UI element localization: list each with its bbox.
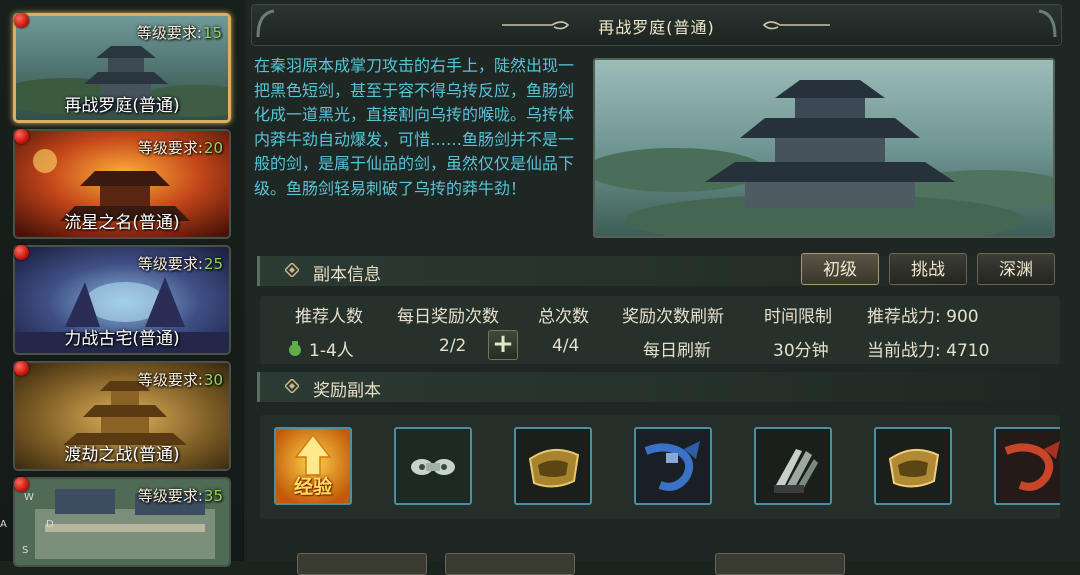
level-requirement: 等级要求:30 [137, 371, 223, 389]
bottom-button-1[interactable] [297, 553, 427, 575]
dungeon-card-2[interactable]: 等级要求:20 流星之名(普通) [13, 129, 231, 239]
claw-weapon-icon [756, 429, 830, 503]
dungeon-card-4[interactable]: 等级要求:30 渡劫之战(普通) [13, 361, 231, 471]
reward-slot-3[interactable] [514, 427, 592, 505]
key-hint-a: A [0, 519, 7, 530]
level-requirement: 等级要求:15 [136, 24, 222, 42]
difficulty-tab-normal[interactable]: 初级 [801, 253, 879, 285]
bottom-button-3[interactable] [715, 553, 845, 575]
new-badge-icon [14, 13, 29, 28]
dungeon-card-3[interactable]: 等级要求:25 力战古宅(普通) [13, 245, 231, 355]
key-hint-w: W [24, 492, 34, 503]
reward-slot-2[interactable] [394, 427, 472, 505]
level-requirement: 等级要求:25 [137, 255, 223, 273]
silver-ornament-icon [396, 429, 470, 503]
bottom-button-2[interactable] [445, 553, 575, 575]
header-daily-rewards: 每日奖励次数 [397, 307, 499, 327]
header-time-limit: 时间限制 [764, 307, 832, 327]
reward-slot-7[interactable] [994, 427, 1060, 505]
value-refresh: 每日刷新 [643, 341, 711, 361]
new-badge-icon [14, 477, 29, 492]
new-badge-icon [14, 129, 29, 144]
value-players: 1-4人 [309, 341, 354, 361]
value-total: 4/4 [552, 336, 580, 356]
new-badge-icon [14, 361, 29, 376]
right-ornament-icon [762, 21, 830, 30]
dungeon-info-table: 推荐人数 每日奖励次数 总次数 奖励次数刷新 时间限制 推荐战力: 900 1-… [260, 296, 1060, 364]
header-players: 推荐人数 [295, 307, 363, 327]
dungeon-preview-image [593, 58, 1055, 238]
reward-items: 经验 [260, 415, 1060, 519]
dungeon-detail-panel: 再战罗庭(普通) 在秦羽原本成掌刀攻击的右手上，陡然出现一把黑色短剑，甚至于容不… [247, 0, 1080, 575]
add-reward-count-button[interactable]: + [488, 330, 518, 360]
diamond-bullet-icon [285, 263, 299, 277]
title-bar: 再战罗庭(普通) [251, 4, 1062, 46]
section-label: 副本信息 [313, 265, 381, 285]
level-requirement: 等级要求:35 [137, 487, 223, 505]
dungeon-description: 在秦羽原本成掌刀攻击的右手上，陡然出现一把黑色短剑，甚至于容不得乌抟反应，鱼肠剑… [254, 56, 575, 198]
key-hint-s: S [22, 545, 29, 556]
dungeon-card-1[interactable]: 等级要求:15 再战罗庭(普通) [13, 13, 231, 123]
dungeon-name-title: 再战罗庭(普通) [598, 18, 715, 37]
header-total: 总次数 [538, 307, 589, 327]
dungeon-title: 流星之名(普通) [64, 213, 180, 233]
difficulty-tab-challenge[interactable]: 挑战 [889, 253, 967, 285]
difficulty-tab-abyss[interactable]: 深渊 [977, 253, 1055, 285]
red-belt-icon [996, 429, 1060, 503]
exp-label: 经验 [293, 476, 332, 498]
reward-slot-exp[interactable]: 经验 [274, 427, 352, 505]
reward-slot-4[interactable] [634, 427, 712, 505]
dungeon-title: 力战古宅(普通) [64, 329, 180, 349]
corner-ornament-icon [256, 9, 275, 38]
key-hint-d: D [46, 519, 54, 530]
section-header-rewards: 奖励副本 [257, 372, 1060, 402]
corner-ornament-icon [1038, 9, 1057, 38]
section-label: 奖励副本 [313, 381, 381, 401]
level-requirement: 等级要求:20 [137, 139, 223, 157]
current-power: 当前战力: 4710 [867, 341, 990, 361]
value-daily-rewards: 2/2 [439, 336, 467, 356]
dungeon-title: 渡劫之战(普通) [64, 445, 180, 465]
recommended-power: 推荐战力: 900 [867, 307, 979, 327]
gold-bracer-icon [876, 429, 950, 503]
value-time-limit: 30分钟 [773, 341, 829, 361]
reward-slot-6[interactable] [874, 427, 952, 505]
dungeon-title: 再战罗庭(普通) [64, 96, 180, 116]
header-refresh: 奖励次数刷新 [622, 307, 724, 327]
diamond-bullet-icon [285, 379, 299, 393]
gold-bracer-icon [516, 429, 590, 503]
players-icon [289, 341, 301, 356]
dungeon-list: 等级要求:15 再战罗庭(普通) 等级要求:20 流星之名(普通) 等级要求:2… [0, 0, 244, 567]
new-badge-icon [14, 245, 29, 260]
reward-slot-5[interactable] [754, 427, 832, 505]
blue-belt-icon [636, 429, 710, 503]
